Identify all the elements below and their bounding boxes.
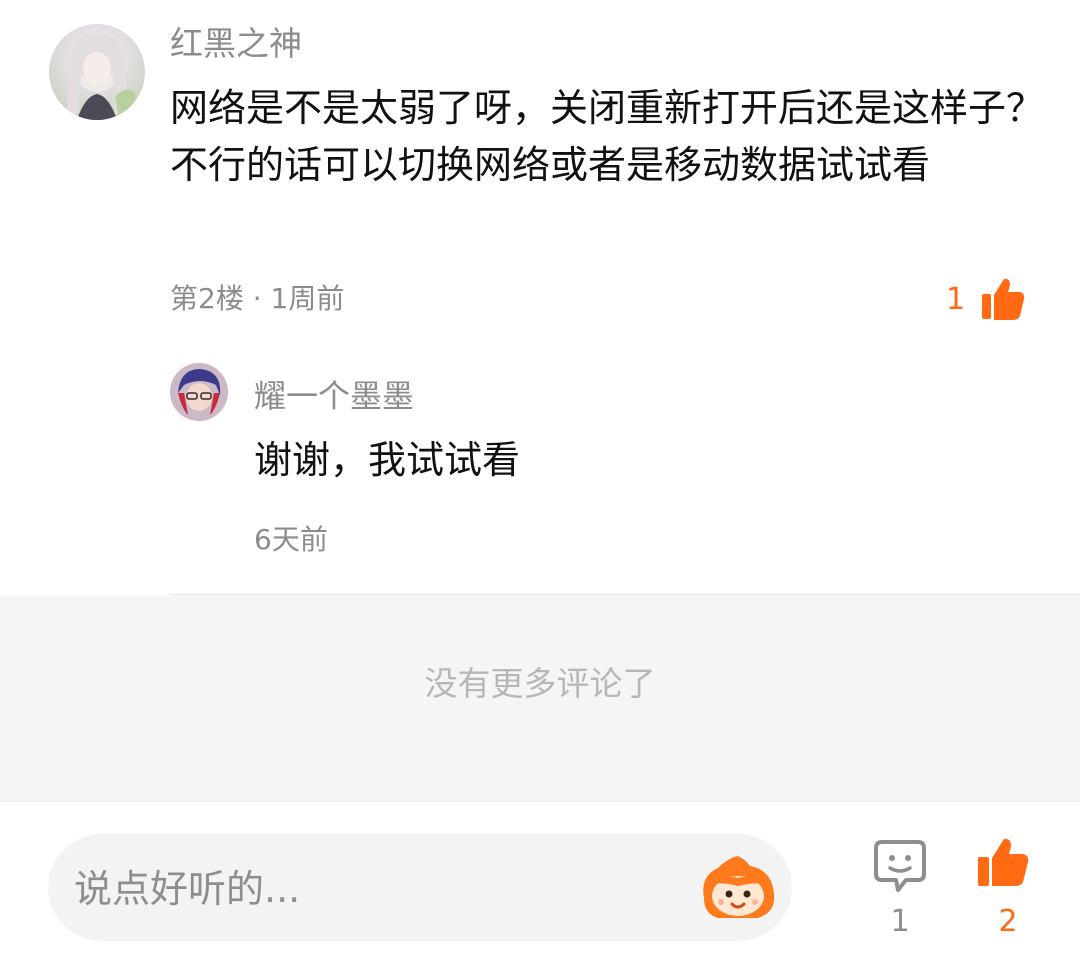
avatar[interactable] <box>49 24 145 120</box>
thumbs-up-icon[interactable] <box>980 276 1026 322</box>
reply-time: 6天前 <box>254 523 328 556</box>
comment-like-count: 1 <box>946 282 966 317</box>
comment-floor-time: 第2楼 · 1周前 <box>170 282 345 315</box>
reply-avatar[interactable] <box>170 363 228 421</box>
comment-input-placeholder: 说点好听的... <box>74 867 301 911</box>
comment-count: 1 <box>890 904 910 939</box>
comment-bubble-icon[interactable] <box>874 838 926 892</box>
comment-item: 红黑之神 网络是不是太弱了呀，关闭重新打开后还是这样子？不行的话可以切换网络或者… <box>0 0 1080 595</box>
reply-username[interactable]: 耀一个墨墨 <box>254 376 414 416</box>
reply-text: 谢谢，我试试看 <box>254 438 521 482</box>
mascot-emoji-icon[interactable] <box>696 854 780 922</box>
comment-text: 网络是不是太弱了呀，关闭重新打开后还是这样子？不行的话可以切换网络或者是移动数据… <box>170 86 1045 187</box>
comment-username[interactable]: 红黑之神 <box>170 24 302 64</box>
thumbs-up-icon[interactable] <box>976 836 1030 888</box>
like-count: 2 <box>998 904 1018 939</box>
no-more-comments-text: 没有更多评论了 <box>424 664 656 703</box>
